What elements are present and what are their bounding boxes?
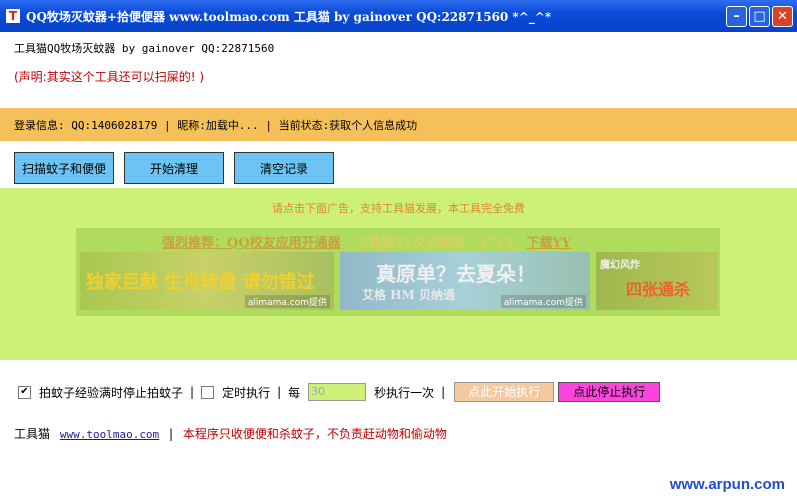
footer: 工具猫 www.toolmao.com | 本程序只收便便和杀蚊子，不负责赶动物… — [14, 425, 447, 442]
scan-button[interactable]: 扫描蚊子和便便 — [14, 152, 114, 184]
stop-when-full-checkbox[interactable]: ✔ — [18, 385, 31, 399]
minimize-button[interactable]: – — [726, 6, 747, 27]
banner3-top-text: 魔幻风炸 — [600, 260, 640, 271]
watermark: www.arpun.com — [669, 476, 785, 493]
separator: | — [277, 385, 282, 399]
yy-channel-text: 工具猫YY交流频道：2712 — [355, 236, 514, 251]
timed-exec-label: 定时执行 — [222, 385, 271, 400]
every-label: 每 — [288, 385, 301, 400]
start-clean-button[interactable]: 开始清理 — [124, 152, 224, 184]
disclaimer-notice: (声明:其实这个工具还可以扫屎的! ) — [14, 70, 205, 84]
banner3-text: 四张通杀 — [626, 280, 691, 299]
start-exec-button[interactable]: 点此开始执行 — [454, 382, 555, 402]
ad-banner-3[interactable]: 魔幻风炸 四张通杀 — [596, 252, 718, 310]
title-bar: T QQ牧场灭蚊器+拾便便器 www.toolmao.com 工具猫 by ga… — [0, 0, 797, 32]
banner2-subtext: 艾格 HM 贝纳通 — [362, 288, 455, 302]
window-title: QQ牧场灭蚊器+拾便便器 www.toolmao.com 工具猫 by gain… — [26, 9, 552, 24]
ad-title: 强烈推荐：QQ校友应用开通器 工具猫YY交流频道：2712 下载YY — [162, 232, 571, 251]
banner2-text: 真原单？去夏朵！ — [376, 262, 536, 286]
app-info: 工具猫QQ牧场灭蚊器 by gainover QQ:22871560 — [14, 42, 275, 55]
banner1-text: 独家巨献 生肖转盘 请勿错过 — [86, 272, 315, 293]
login-status-text: 登录信息: QQ:1406028179 | 昵称:加载中... | 当前状态:获… — [14, 118, 418, 132]
banner1-provider: alimama.com提供 — [244, 295, 330, 308]
separator: | — [190, 385, 195, 399]
clear-log-button[interactable]: 清空记录 — [234, 152, 334, 184]
interval-input[interactable]: 30 — [308, 383, 367, 401]
maximize-button[interactable]: □ — [749, 6, 770, 27]
login-status-bar: 登录信息: QQ:1406028179 | 昵称:加载中... | 当前状态:获… — [0, 108, 797, 141]
interval-suffix: 秒执行一次 — [374, 385, 435, 400]
app-icon: T — [6, 9, 20, 23]
banner2-provider: alimama.com提供 — [500, 295, 586, 308]
recommend-link[interactable]: 强烈推荐：QQ校友应用开通器 — [162, 236, 341, 251]
footer-brand: 工具猫 — [14, 427, 51, 441]
footer-disclaimer: 本程序只收便便和杀蚊子，不负责赶动物和偷动物 — [182, 427, 447, 441]
website-link[interactable]: www.toolmao.com — [60, 428, 159, 441]
stop-when-full-label: 拍蚊子经验满时停止拍蚊子 — [39, 385, 184, 400]
download-yy-link[interactable]: 下载YY — [526, 236, 571, 251]
separator: | — [441, 385, 446, 399]
stop-exec-button[interactable]: 点此停止执行 — [558, 382, 661, 402]
window-controls: – □ ✕ — [726, 6, 793, 27]
ad-note: 请点击下面广告，支持工具猫发展，本工具完全免费 — [272, 202, 525, 215]
timed-exec-checkbox[interactable] — [201, 385, 215, 399]
ad-banner-2[interactable]: 真原单？去夏朵！ 艾格 HM 贝纳通 alimama.com提供 — [340, 252, 590, 310]
ad-banner-1[interactable]: 独家巨献 生肖转盘 请勿错过 alimama.com提供 — [80, 252, 334, 310]
footer-separator: | — [169, 427, 174, 441]
options-row: ✔ 拍蚊子经验满时停止拍蚊子 | 定时执行 | 每 30 秒执行一次 | 点此开… — [18, 382, 661, 402]
close-button[interactable]: ✕ — [772, 6, 793, 27]
